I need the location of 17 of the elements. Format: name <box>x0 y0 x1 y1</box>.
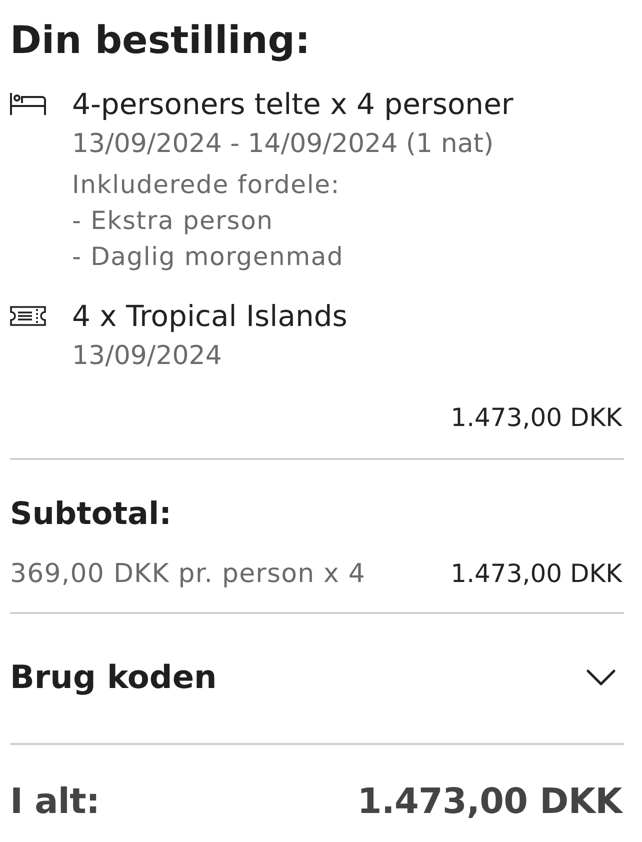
subtotal-description: 369,00 DKK pr. person x 4 <box>10 558 366 591</box>
subtotal-amount: 1.473,00 DKK <box>450 558 622 590</box>
item-dates: 13/09/2024 - 14/09/2024 (1 nat) <box>72 128 495 161</box>
item-name: 4 x Tropical Islands <box>72 298 348 335</box>
benefit-text: - Ekstra person <box>72 205 274 237</box>
order-heading: Din bestilling: <box>10 18 312 62</box>
total-label: I alt: <box>10 781 100 824</box>
benefits-label: Inkluderede fordele: <box>72 169 341 201</box>
benefit-text: - Daglig morgenmad <box>72 241 345 273</box>
ticket-icon <box>10 306 46 326</box>
discount-code-toggle[interactable]: Brug koden <box>10 655 622 699</box>
subtotal-label: Subtotal: <box>10 495 172 534</box>
item-dates: 13/09/2024 <box>72 340 223 373</box>
bed-icon <box>10 93 46 115</box>
total-amount: 1.473,00 DKK <box>357 781 622 824</box>
item-name: 4-personers telte x 4 personer <box>72 86 514 123</box>
items-total-price: 1.473,00 DKK <box>450 402 622 434</box>
